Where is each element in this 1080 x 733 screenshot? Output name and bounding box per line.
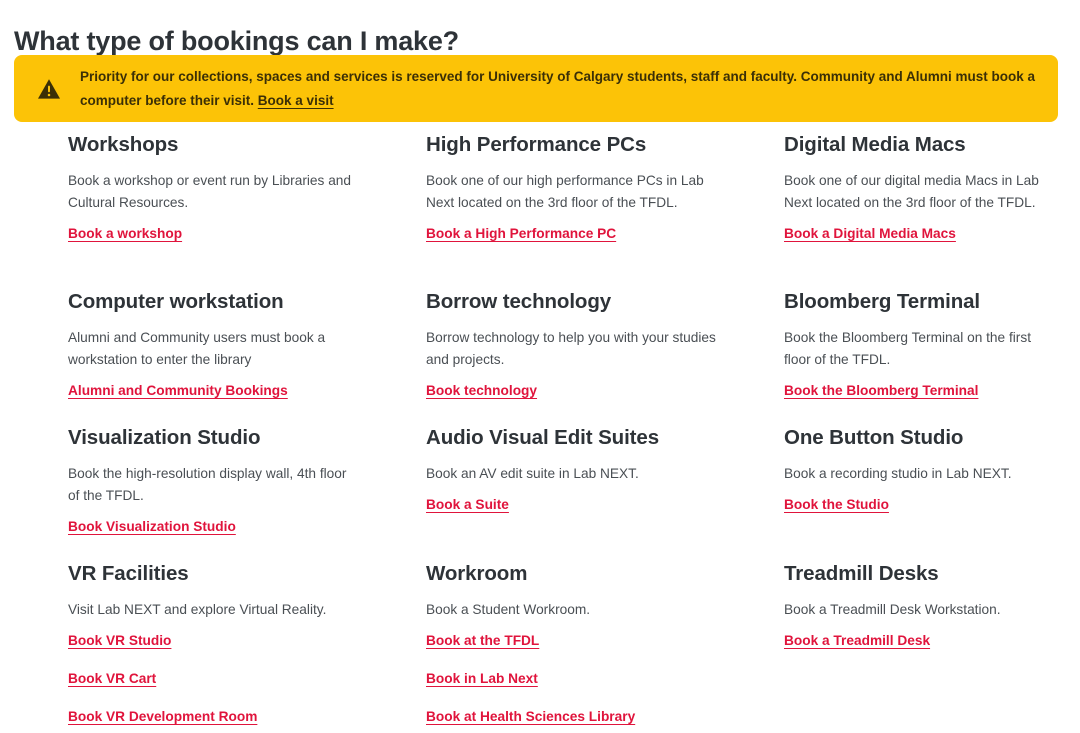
list-item: Book technology [426, 381, 746, 401]
book-a-visit-link[interactable]: Book a visit [258, 93, 334, 108]
card-description: Book one of our digital media Macs in La… [784, 173, 1039, 210]
book-link[interactable]: Book at the TFDL [426, 631, 539, 651]
card-description: Book one of our high performance PCs in … [426, 173, 704, 210]
book-link[interactable]: Book VR Studio [68, 631, 171, 651]
card-computer-workstation: Computer workstation Alumni and Communit… [68, 289, 426, 425]
list-item: Alumni and Community Bookings [68, 381, 388, 401]
card-link-list: Book a High Performance PC [426, 224, 746, 244]
list-item: Book VR Development Room [68, 707, 388, 727]
card-row: VR Facilities Visit Lab NEXT and explore… [68, 561, 1058, 724]
card-link-list: Book a workshop [68, 224, 388, 244]
priority-notice-banner: Priority for our collections, spaces and… [14, 55, 1058, 122]
book-link[interactable]: Book in Lab Next [426, 669, 538, 689]
card-description: Alumni and Community users must book a w… [68, 330, 326, 367]
card-row: Workshops Book a workshop or event run b… [68, 132, 1058, 289]
card-description: Book a Treadmill Desk Workstation. [784, 602, 1001, 617]
book-link[interactable]: Book the Bloomberg Terminal [784, 381, 978, 401]
book-link[interactable]: Book VR Cart [68, 669, 156, 689]
book-link[interactable]: Book the Studio [784, 495, 889, 515]
card-digital-media-macs: Digital Media Macs Book one of our digit… [784, 132, 1058, 289]
card-high-performance-pcs: High Performance PCs Book one of our hig… [426, 132, 784, 289]
card-description: Book a Student Workroom. [426, 602, 591, 617]
card-audio-visual-edit-suites: Audio Visual Edit Suites Book an AV edit… [426, 425, 784, 561]
card-description: Book a recording studio in Lab NEXT. [784, 466, 1012, 481]
card-link-list: Alumni and Community Bookings [68, 381, 388, 401]
card-description: Book the Bloomberg Terminal on the first… [784, 330, 1032, 367]
card-one-button-studio: One Button Studio Book a recording studi… [784, 425, 1058, 561]
list-item: Book a Suite [426, 495, 746, 515]
card-link-list: Book Visualization Studio [68, 517, 388, 537]
book-link[interactable]: Book a Treadmill Desk [784, 631, 930, 651]
card-row: Visualization Studio Book the high-resol… [68, 425, 1058, 561]
card-title: Workroom [426, 562, 528, 585]
card-link-list: Book a Treadmill Desk [784, 631, 1058, 651]
book-link[interactable]: Book at Health Sciences Library [426, 707, 635, 727]
card-link-list: Book a Digital Media Macs [784, 224, 1058, 244]
priority-notice-text: Priority for our collections, spaces and… [80, 65, 1040, 113]
book-link[interactable]: Book a Suite [426, 495, 509, 515]
list-item: Book Visualization Studio [68, 517, 388, 537]
card-title: VR Facilities [68, 562, 189, 585]
card-borrow-technology: Borrow technology Borrow technology to h… [426, 289, 784, 425]
card-link-list: Book VR Studio Book VR Cart Book VR Deve… [68, 631, 388, 727]
list-item: Book in Lab Next [426, 669, 746, 689]
card-title: Treadmill Desks [784, 562, 939, 585]
card-description: Book an AV edit suite in Lab NEXT. [426, 466, 639, 481]
book-link[interactable]: Book technology [426, 381, 537, 401]
card-title: Visualization Studio [68, 426, 261, 449]
book-link[interactable]: Book a workshop [68, 224, 182, 244]
card-vr-facilities: VR Facilities Visit Lab NEXT and explore… [68, 561, 426, 724]
list-item: Book a High Performance PC [426, 224, 746, 244]
list-item: Book at the TFDL [426, 631, 746, 651]
booking-types-page: What type of bookings can I make? Priori… [0, 0, 1080, 733]
list-item: Book a Treadmill Desk [784, 631, 1058, 651]
card-title: High Performance PCs [426, 133, 647, 156]
card-description: Visit Lab NEXT and explore Virtual Reali… [68, 602, 327, 617]
book-link[interactable]: Book a Digital Media Macs [784, 224, 956, 244]
card-link-list: Book technology [426, 381, 746, 401]
book-link[interactable]: Book a High Performance PC [426, 224, 616, 244]
booking-card-grid: Workshops Book a workshop or event run b… [68, 132, 1058, 724]
book-link[interactable]: Book VR Development Room [68, 707, 257, 727]
card-title: Computer workstation [68, 290, 284, 313]
card-title: Workshops [68, 133, 179, 156]
card-bloomberg-terminal: Bloomberg Terminal Book the Bloomberg Te… [784, 289, 1058, 425]
card-row: Computer workstation Alumni and Communit… [68, 289, 1058, 425]
card-link-list: Book at the TFDL Book in Lab Next Book a… [426, 631, 746, 727]
warning-triangle-icon [36, 76, 62, 102]
list-item: Book VR Cart [68, 669, 388, 689]
list-item: Book the Studio [784, 495, 1058, 515]
card-link-list: Book the Bloomberg Terminal [784, 381, 1058, 401]
list-item: Book the Bloomberg Terminal [784, 381, 1058, 401]
card-workroom: Workroom Book a Student Workroom. Book a… [426, 561, 784, 724]
card-link-list: Book a Suite [426, 495, 746, 515]
card-description: Book a workshop or event run by Librarie… [68, 173, 352, 210]
card-title: One Button Studio [784, 426, 964, 449]
card-treadmill-desks: Treadmill Desks Book a Treadmill Desk Wo… [784, 561, 1058, 721]
card-visualization-studio: Visualization Studio Book the high-resol… [68, 425, 426, 561]
list-item: Book VR Studio [68, 631, 388, 651]
card-title: Audio Visual Edit Suites [426, 426, 660, 449]
card-description: Borrow technology to help you with your … [426, 330, 716, 367]
card-title: Digital Media Macs [784, 133, 966, 156]
card-description: Book the high-resolution display wall, 4… [68, 466, 347, 503]
list-item: Book a Digital Media Macs [784, 224, 1058, 244]
card-title: Bloomberg Terminal [784, 290, 981, 313]
list-item: Book a workshop [68, 224, 388, 244]
book-link[interactable]: Alumni and Community Bookings [68, 381, 288, 401]
card-title: Borrow technology [426, 290, 612, 313]
book-link[interactable]: Book Visualization Studio [68, 517, 236, 537]
card-link-list: Book the Studio [784, 495, 1058, 515]
priority-notice-message: Priority for our collections, spaces and… [80, 68, 1035, 108]
card-workshops: Workshops Book a workshop or event run b… [68, 132, 426, 289]
list-item: Book at Health Sciences Library [426, 707, 746, 727]
